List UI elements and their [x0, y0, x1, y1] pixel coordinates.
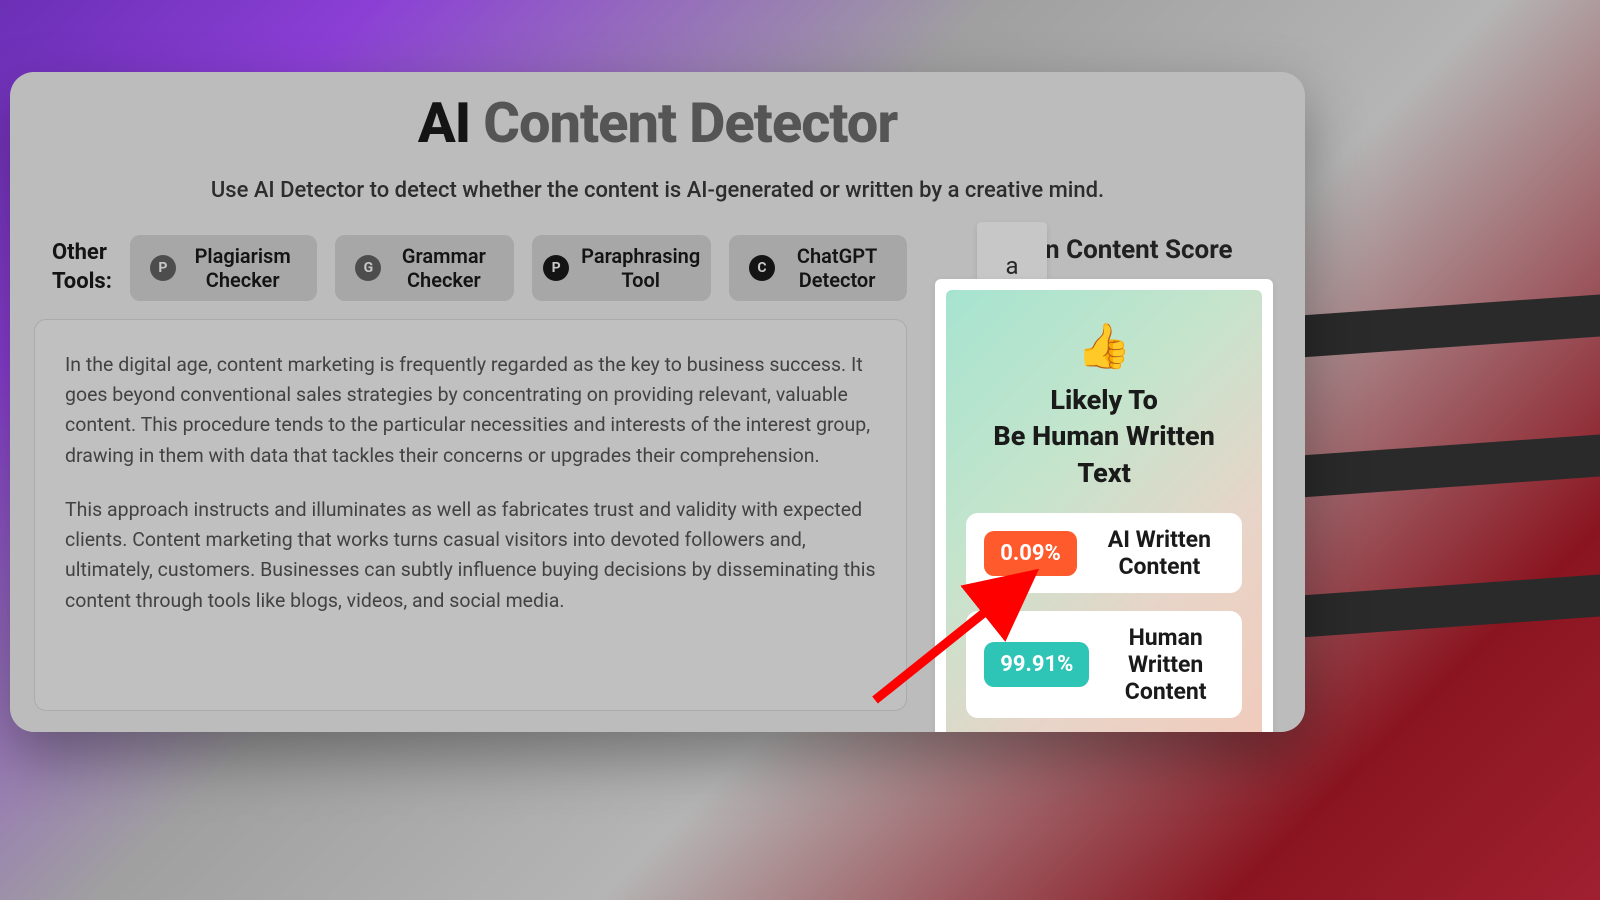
tool-label: Paraphrasing Tool — [581, 244, 700, 292]
decorative-stripe — [1300, 295, 1600, 358]
title-bold: AI — [418, 90, 471, 156]
tool-chatgpt-detector[interactable]: C ChatGPT Detector — [729, 235, 907, 301]
page-subtitle: Use AI Detector to detect whether the co… — [10, 178, 1305, 203]
verdict-text: Likely To Be Human Written Text — [966, 382, 1242, 491]
other-tools-label: Other Tools: — [34, 239, 112, 296]
content-paragraph: In the digital age, content marketing is… — [65, 350, 876, 471]
content-paragraph: This approach instructs and illuminates … — [65, 495, 876, 616]
score-card-inner: 👍 Likely To Be Human Written Text 0.09% … — [946, 290, 1262, 732]
grammar-icon: G — [355, 255, 381, 281]
tool-grammar-checker[interactable]: G Grammar Checker — [335, 235, 514, 301]
right-column: Human Content Score 👍 Likely To Be Human… — [935, 235, 1281, 732]
tool-label: Grammar Checker — [393, 244, 494, 292]
decorative-stripe — [1300, 575, 1600, 638]
ai-percent-badge: 0.09% — [984, 531, 1077, 576]
thumbs-up-icon: 👍 — [966, 320, 1242, 372]
human-percent-badge: 99.91% — [984, 642, 1089, 687]
chatgpt-icon: C — [749, 255, 775, 281]
page-title: AI Content Detector — [10, 72, 1305, 156]
left-column: Other Tools: P Plagiarism Checker G Gram… — [34, 235, 907, 732]
tool-label: Plagiarism Checker — [188, 244, 297, 292]
human-metric-row: 99.91% Human Written Content — [966, 611, 1242, 718]
paraphrasing-icon: P — [543, 255, 569, 281]
content-textarea[interactable]: In the digital age, content marketing is… — [34, 319, 907, 711]
tool-label: ChatGPT Detector — [787, 244, 887, 292]
human-metric-label: Human Written Content — [1107, 624, 1224, 705]
title-muted: Content Detector — [483, 90, 897, 156]
app-window: AI Content Detector Use AI Detector to d… — [10, 72, 1305, 732]
plagiarism-icon: P — [150, 255, 176, 281]
verdict-line1: Likely To — [1050, 384, 1158, 416]
ai-metric-label: AI Written Content — [1095, 526, 1224, 580]
verdict-line2: Be Human Written Text — [993, 420, 1214, 488]
score-card: 👍 Likely To Be Human Written Text 0.09% … — [935, 279, 1273, 732]
partial-widget: a — [977, 222, 1047, 282]
main-area: Other Tools: P Plagiarism Checker G Gram… — [34, 235, 1281, 732]
decorative-stripe — [1300, 435, 1600, 498]
other-tools-row: Other Tools: P Plagiarism Checker G Gram… — [34, 235, 907, 301]
tool-paraphrasing[interactable]: P Paraphrasing Tool — [532, 235, 711, 301]
tool-plagiarism-checker[interactable]: P Plagiarism Checker — [130, 235, 317, 301]
ai-metric-row: 0.09% AI Written Content — [966, 513, 1242, 593]
